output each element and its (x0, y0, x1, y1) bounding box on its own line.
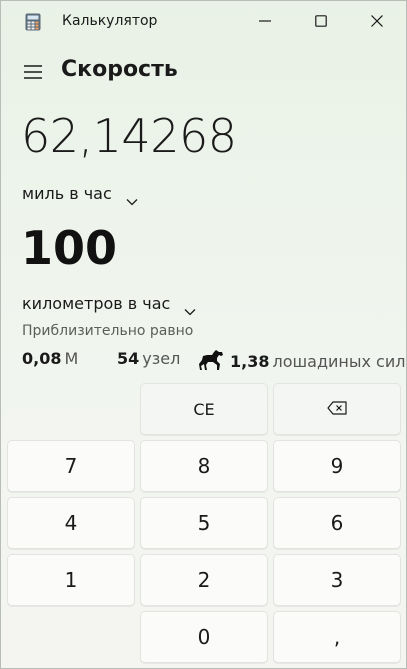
chevron-down-icon (126, 191, 138, 205)
minimize-button[interactable] (237, 1, 293, 41)
from-unit-label: миль в час (22, 184, 112, 203)
mode-title: Скорость (61, 57, 178, 82)
app-title: Калькулятор (62, 13, 158, 29)
chevron-down-icon (184, 301, 196, 315)
digit-0-button[interactable]: 0 (140, 611, 268, 663)
equivalent-unit: узел (142, 349, 181, 368)
backspace-button[interactable] (273, 383, 401, 435)
digit-5-button[interactable]: 5 (140, 497, 268, 549)
maximize-icon (315, 15, 327, 27)
digit-1-button[interactable]: 1 (7, 554, 135, 606)
equivalents-row: 0,08 М 54 узел 1,38 лошадиных сил (22, 349, 405, 371)
equivalent-item: 1,38 лошадиных сил (198, 349, 405, 371)
from-unit-dropdown[interactable]: миль в час (22, 184, 138, 205)
clear-entry-button[interactable]: CE (140, 383, 268, 435)
from-value-display[interactable]: 62,14268 (21, 109, 237, 163)
digit-4-button[interactable]: 4 (7, 497, 135, 549)
to-unit-label: километров в час (22, 294, 171, 313)
equivalent-unit: М (64, 349, 79, 368)
digit-2-button[interactable]: 2 (140, 554, 268, 606)
navigation-menu-button[interactable] (19, 59, 47, 87)
minimize-icon (259, 15, 271, 27)
calculator-window: Калькулятор Скорость 62,14268 миль в час… (0, 0, 407, 669)
backspace-icon (327, 400, 347, 419)
equivalent-item: 54 узел (117, 349, 180, 368)
equivalent-value: 0,08 (22, 349, 62, 368)
digit-8-button[interactable]: 8 (140, 440, 268, 492)
close-button[interactable] (349, 1, 405, 41)
decimal-separator-button[interactable]: , (273, 611, 401, 663)
keypad-empty-slot (7, 383, 135, 435)
to-unit-dropdown[interactable]: километров в час (22, 294, 196, 315)
digit-9-button[interactable]: 9 (273, 440, 401, 492)
keypad-empty-slot (7, 611, 135, 663)
digit-6-button[interactable]: 6 (273, 497, 401, 549)
close-icon (371, 15, 383, 27)
equivalent-value: 54 (117, 349, 140, 368)
maximize-button[interactable] (293, 1, 349, 41)
digit-7-button[interactable]: 7 (7, 440, 135, 492)
calculator-icon (25, 13, 41, 31)
equivalent-item: 0,08 М (22, 349, 78, 368)
equivalent-value: 1,38 (230, 352, 270, 371)
horse-icon (198, 349, 224, 371)
to-value-display[interactable]: 100 (21, 221, 117, 275)
equivalent-unit: лошадиных сил (272, 352, 406, 371)
title-bar: Калькулятор (1, 1, 406, 41)
digit-3-button[interactable]: 3 (273, 554, 401, 606)
approx-label: Приблизительно равно (22, 323, 194, 339)
hamburger-menu-icon (24, 64, 42, 83)
